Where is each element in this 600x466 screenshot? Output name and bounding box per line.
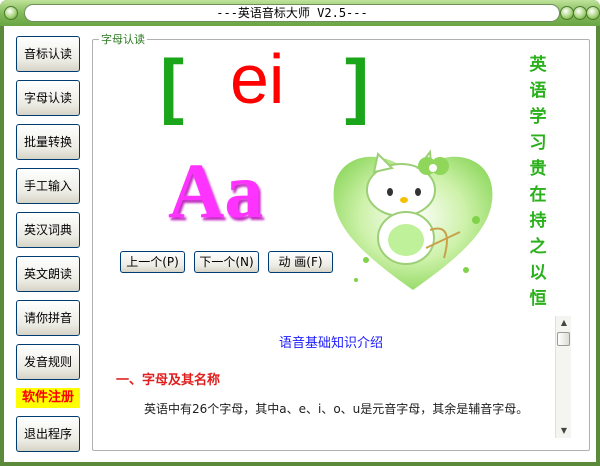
sidebar-item-manual-input[interactable]: 手工输入 (16, 168, 80, 204)
section-paragraph: 英语中有26个字母，其中a、e、i、o、u是元音字母，其余是辅音字母。 (144, 402, 529, 416)
close-icon[interactable] (586, 6, 600, 20)
system-menu-icon[interactable] (4, 6, 18, 20)
scroll-up-icon[interactable]: ▲ (556, 316, 572, 330)
sidebar-item-dictionary[interactable]: 英汉词典 (16, 212, 80, 248)
sidebar-item-phonetic-reading[interactable]: 音标认读 (16, 36, 80, 72)
motto-text: 英 语 学 习 贵 在 持 之 以 恒 (529, 55, 547, 309)
sidebar-item-pronunciation-rules[interactable]: 发音规则 (16, 344, 80, 380)
scroll-thumb[interactable] (557, 332, 570, 346)
bracket-left: [ (160, 46, 184, 126)
window-title: ---英语音标大师 V2.5--- (24, 4, 560, 22)
sidebar-item-batch-convert[interactable]: 批量转换 (16, 124, 80, 160)
next-button[interactable]: 下一个(N) (194, 251, 259, 273)
phonetic-symbol: ei (230, 40, 285, 118)
scroll-down-icon[interactable]: ▼ (556, 424, 572, 438)
vertical-scrollbar[interactable]: ▲ ▼ (555, 316, 571, 438)
bracket-right: ] (345, 46, 369, 126)
title-bar[interactable]: ---英语音标大师 V2.5--- (0, 0, 600, 26)
letter-display: Aa (168, 147, 264, 234)
intro-title: 语音基础知识介绍 (278, 336, 383, 351)
section-heading: 一、字母及其名称 (116, 373, 221, 388)
group-label: 字母认读 (99, 31, 147, 47)
prev-button[interactable]: 上一个(P) (120, 251, 185, 273)
sidebar-item-spelling[interactable]: 请你拼音 (16, 300, 80, 336)
animate-button[interactable]: 动 画(F) (268, 251, 333, 273)
maximize-icon[interactable] (573, 6, 587, 20)
kitty-heart-illustration (333, 149, 493, 290)
sidebar-item-letter-reading[interactable]: 字母认读 (16, 80, 80, 116)
register-button[interactable]: 软件注册 (16, 388, 80, 408)
sidebar-item-english-reading[interactable]: 英文朗读 (16, 256, 80, 292)
minimize-icon[interactable] (560, 6, 574, 20)
exit-button[interactable]: 退出程序 (16, 416, 80, 452)
intro-text-area[interactable]: 语音基础知识介绍 一、字母及其名称 英语中有26个字母，其中a、e、i、o、u是… (106, 312, 572, 442)
